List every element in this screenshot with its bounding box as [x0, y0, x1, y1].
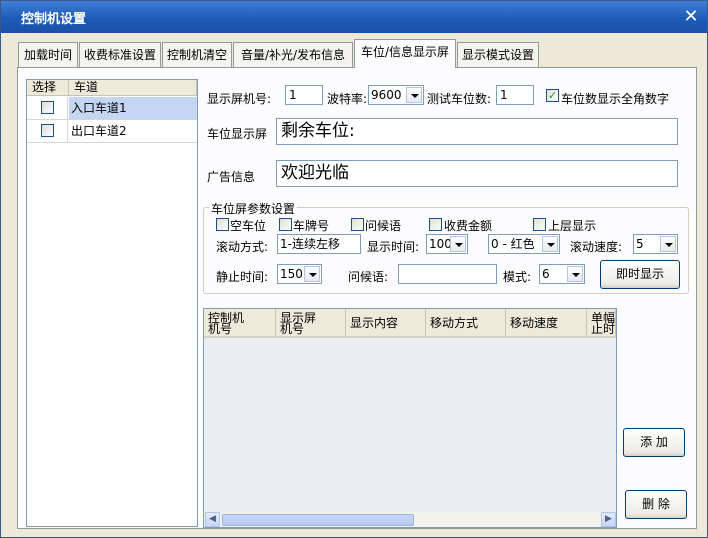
test-count-label: 测试车位数: — [427, 92, 492, 106]
title-bar[interactable]: 控制机设置 ✕ — [1, 1, 707, 33]
grid-header-move-speed[interactable]: 移动速度 — [506, 309, 587, 338]
tab-volume-light-publish[interactable]: 音量/补光/发布信息 — [233, 42, 353, 67]
scroll-left-icon[interactable]: ◀ — [205, 512, 220, 527]
still-time-select[interactable]: 150 — [277, 264, 322, 284]
screen-no-label: 显示屏机号: — [207, 92, 272, 106]
grid-header-still-time[interactable]: 单幅 止时 — [587, 309, 616, 338]
chevron-down-icon[interactable] — [567, 266, 583, 282]
scroll-speed-select[interactable]: 5 — [633, 234, 678, 254]
greeting-label: 问候语: — [348, 270, 389, 284]
plate-checkbox[interactable] — [279, 218, 292, 231]
lane-select-cell — [27, 97, 68, 119]
space-display-label: 车位显示屏 — [207, 127, 268, 141]
color-select[interactable]: 0 - 红色 — [488, 234, 560, 254]
fee-label: 收费金额 — [444, 219, 493, 233]
horizontal-scrollbar[interactable]: ◀ ▶ — [205, 512, 616, 527]
lane-row[interactable]: 出口车道2 — [27, 120, 197, 143]
space-display-input[interactable]: 剩余车位: — [276, 118, 678, 145]
greeting-checkbox[interactable] — [351, 218, 364, 231]
delete-button[interactable]: 删 除 — [625, 490, 687, 519]
grid-header-line: 止时 — [591, 322, 616, 336]
grid-header-screen-no[interactable]: 显示屏 机号 — [276, 309, 346, 338]
mode-select[interactable]: 6 — [539, 264, 585, 284]
ad-label: 广告信息 — [207, 170, 256, 184]
lane-checkbox[interactable] — [41, 124, 54, 137]
empty-space-label: 空车位 — [230, 219, 267, 233]
test-count-input[interactable]: 1 — [496, 85, 534, 105]
fullwidth-label: 车位数显示全角数字 — [561, 92, 670, 106]
params-group-title: 车位屏参数设置 — [209, 200, 298, 217]
chevron-down-icon[interactable] — [406, 87, 422, 103]
scroll-speed-value: 5 — [636, 237, 644, 251]
fullwidth-checkbox[interactable]: ✓ — [546, 89, 559, 102]
upper-display-label: 上层显示 — [548, 219, 597, 233]
baud-value: 9600 — [371, 88, 402, 102]
column-header-lane[interactable]: 车道 — [69, 80, 197, 96]
show-time-select[interactable]: 100 — [426, 234, 468, 254]
color-value: 0 - 红色 — [491, 237, 535, 251]
display-grid[interactable]: 控制机 机号 显示屏 机号 显示内容 移动方式 移动速度 单幅 止时 ◀ ▶ — [203, 308, 617, 528]
chevron-down-icon[interactable] — [304, 266, 320, 282]
lane-name: 入口车道1 — [69, 97, 197, 119]
lane-select-cell — [27, 120, 68, 142]
ad-input[interactable]: 欢迎光临 — [276, 160, 678, 187]
tab-load-time[interactable]: 加载时间 — [18, 42, 78, 67]
chevron-down-icon[interactable] — [450, 236, 466, 252]
fee-checkbox[interactable] — [429, 218, 442, 231]
tab-display-mode[interactable]: 显示模式设置 — [457, 42, 539, 67]
grid-header-content[interactable]: 显示内容 — [346, 309, 426, 338]
greeting-input[interactable] — [398, 264, 497, 284]
still-time-value: 150 — [280, 267, 303, 281]
scroll-mode-label: 滚动方式: — [216, 240, 269, 254]
tab-controller-clear[interactable]: 控制机清空 — [162, 42, 232, 67]
grid-header-line: 机号 — [280, 322, 305, 336]
grid-header-move-mode[interactable]: 移动方式 — [426, 309, 506, 338]
upper-display-checkbox[interactable] — [533, 218, 546, 231]
lane-name: 出口车道2 — [71, 124, 127, 138]
plate-label: 车牌号 — [293, 219, 330, 233]
lane-list[interactable]: 选择 车道 入口车道1 出口车道2 — [26, 79, 198, 527]
scroll-right-icon[interactable]: ▶ — [601, 512, 616, 527]
client-area: 加载时间 收费标准设置 控制机清空 音量/补光/发布信息 车位/信息显示屏 显示… — [1, 33, 707, 537]
baud-label: 波特率: — [327, 92, 368, 106]
grid-header-line: 机号 — [208, 322, 233, 336]
screen-no-input[interactable]: 1 — [285, 85, 323, 105]
scroll-speed-label: 滚动速度: — [570, 240, 623, 254]
settings-window: 控制机设置 ✕ 加载时间 收费标准设置 控制机清空 音量/补光/发布信息 车位/… — [0, 0, 708, 538]
add-button[interactable]: 添 加 — [623, 428, 685, 457]
scroll-thumb[interactable] — [222, 514, 414, 526]
tab-space-info-display[interactable]: 车位/信息显示屏 — [354, 39, 456, 68]
lane-row[interactable]: 入口车道1 — [27, 97, 197, 120]
empty-space-checkbox[interactable] — [216, 218, 229, 231]
chevron-down-icon[interactable] — [542, 236, 558, 252]
grid-header-controller-no[interactable]: 控制机 机号 — [204, 309, 276, 338]
mode-value: 6 — [542, 267, 550, 281]
scroll-mode-select[interactable]: 1-连续左移 — [277, 234, 361, 254]
lane-checkbox[interactable] — [41, 101, 54, 114]
chevron-down-icon[interactable] — [660, 236, 676, 252]
close-icon[interactable]: ✕ — [681, 7, 701, 27]
scroll-mode-value: 1-连续左移 — [280, 237, 340, 251]
window-title: 控制机设置 — [21, 12, 87, 27]
instant-display-button[interactable]: 即时显示 — [600, 260, 680, 289]
baud-select[interactable]: 9600 — [368, 85, 424, 105]
still-time-label: 静止时间: — [216, 270, 269, 284]
column-header-select[interactable]: 选择 — [27, 80, 69, 96]
mode-label: 模式: — [503, 270, 532, 284]
greeting-option-label: 问候语 — [365, 219, 402, 233]
show-time-value: 100 — [429, 237, 452, 251]
tab-fee-standard[interactable]: 收费标准设置 — [79, 42, 161, 67]
show-time-label: 显示时间: — [367, 240, 420, 254]
